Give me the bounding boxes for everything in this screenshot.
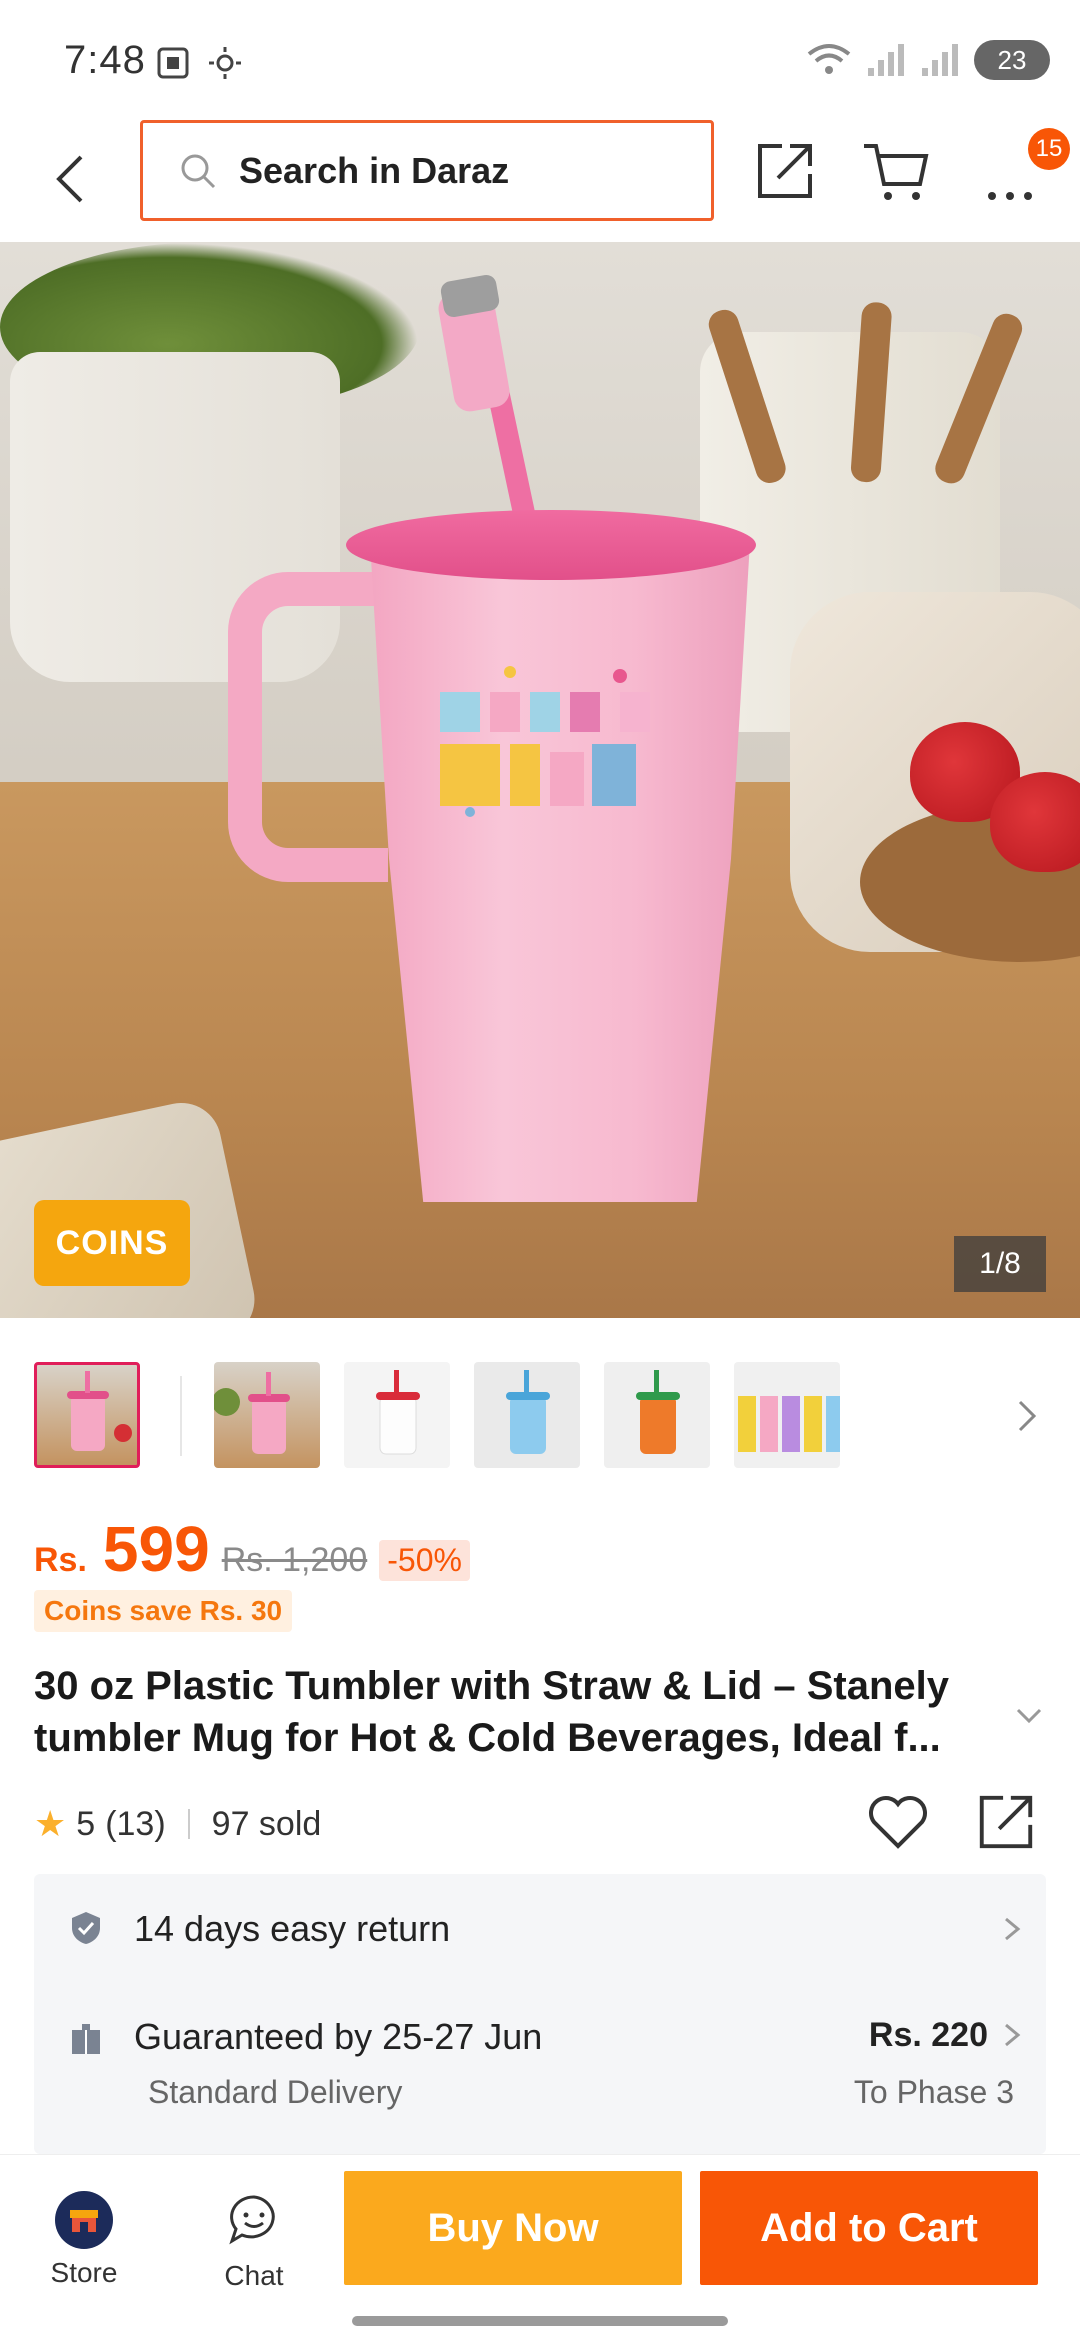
coins-save-tag: Coins save Rs. 30 [34,1590,293,1632]
discount-badge: -50% [379,1540,470,1581]
thumbnail-mug-blue [506,1370,550,1454]
rating-score: 5 [76,1804,96,1843]
delivery-type: Standard Delivery [148,2074,403,2110]
status-icons-left [156,46,242,80]
delivery-box-icon [72,2024,100,2054]
thumbnail-mug-white [376,1370,420,1455]
share-icon [758,144,812,198]
thumbnail-2[interactable] [214,1362,320,1468]
chevron-right-icon [1018,1400,1037,1432]
battery-indicator: 23 [974,40,1050,80]
image-spoon [705,306,790,487]
wifi-icon [807,44,851,74]
star-icon: ★ [34,1803,67,1844]
screenshot-icon [157,47,189,79]
cart-count-badge: 15 [1028,128,1070,170]
signal-icon-2 [922,44,958,76]
back-button[interactable] [40,144,100,214]
product-title: 30 oz Plastic Tumbler with Straw & Lid –… [34,1664,950,1760]
thumbnail-5[interactable] [604,1362,710,1468]
image-mug-lid [346,510,756,580]
product-image[interactable]: COINS 1/8 [0,242,1080,1318]
share-icon [979,1795,1033,1849]
image-counter: 1/8 [954,1236,1046,1292]
thumbnail-1[interactable] [34,1362,140,1468]
thumbnail-3[interactable] [344,1362,450,1468]
product-share-button[interactable] [974,1790,1038,1854]
wishlist-button[interactable] [866,1790,930,1854]
service-info-panel: 14 days easy return Guaranteed by 25-27 … [34,1874,1046,2154]
store-logo [55,2191,113,2249]
cart-button[interactable] [862,138,932,204]
cart-icon [864,144,929,200]
store-logo-icon [70,2210,98,2232]
sold-count: 97 sold [211,1804,322,1843]
thumbnail-mug-pink [67,1371,132,1451]
return-policy-row[interactable]: 14 days easy return [34,1874,1046,1984]
thumbnail-mug-orange [636,1370,680,1454]
title-expand-button[interactable] [1014,1700,1044,1730]
rating-count: (13) [105,1804,166,1843]
image-mug-handle [228,572,388,882]
search-icon [181,154,216,188]
share-button[interactable] [752,138,818,204]
thumbnail-divider [180,1376,182,1456]
thumbnail-mug-pink-alt [214,1372,290,1454]
top-header: Search in Daraz [0,120,1080,242]
price-currency: Rs. [34,1541,87,1579]
delivery-row[interactable]: Guaranteed by 25-27 Jun Standard Deliver… [34,1984,1046,2154]
chevron-right-icon [1005,1917,1021,1941]
heart-icon [869,1796,927,1849]
shield-icon [72,1912,100,1944]
current-price: 599 [102,1513,210,1585]
home-indicator[interactable] [352,2316,728,2326]
status-bar: 7:48 23 [0,0,1080,120]
signal-icon [868,44,904,76]
bottom-action-bar: Store Chat Buy Now Add to Cart [0,2154,1080,2340]
search-placeholder: Search in Daraz [239,149,510,191]
chevron-left-icon [56,155,83,203]
add-to-cart-button[interactable]: Add to Cart [700,2171,1038,2285]
rating-divider [187,1809,190,1839]
thumbnails-next-button[interactable] [1012,1396,1042,1436]
store-button[interactable]: Store [34,2191,134,2311]
store-label: Store [50,2257,118,2288]
thumbnail-strip [0,1318,1080,1468]
delivery-date: Guaranteed by 25-27 Jun [134,2016,543,2057]
image-mug-body [370,542,750,1202]
price-row: Rs. 599 Rs. 1,200 -50% [34,1512,470,1585]
chevron-right-icon [1005,2023,1021,2047]
status-icons-right: 23 [806,40,1050,80]
rating-row[interactable]: ★ 5 (13) 97 sold [34,1796,321,1852]
thumbnail-6[interactable] [734,1362,840,1468]
brightness-icon [209,47,241,79]
image-mug-artwork [440,666,650,817]
chat-icon [229,2195,275,2245]
delivery-price: Rs. 220 [868,2016,988,2054]
thumbnail-mug-set [738,1396,840,1452]
search-input[interactable]: Search in Daraz [140,120,714,221]
original-price: Rs. 1,200 [221,1541,368,1579]
delivery-location: To Phase 3 [853,2074,1014,2110]
chat-label: Chat [224,2260,284,2291]
chat-button[interactable]: Chat [204,2191,304,2311]
buy-now-button[interactable]: Buy Now [344,2171,682,2285]
coins-badge: COINS [34,1200,190,1286]
status-time: 7:48 [64,38,146,82]
return-policy-text: 14 days easy return [134,1908,451,1949]
chevron-down-icon [1016,1708,1042,1724]
thumbnail-4[interactable] [474,1362,580,1468]
